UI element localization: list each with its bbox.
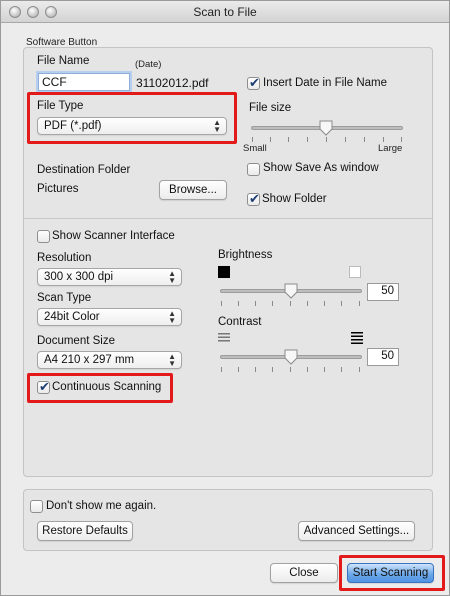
document-size-value: A4 210 x 297 mm (44, 354, 135, 366)
footer-panel (23, 489, 433, 551)
resolution-label: Resolution (37, 252, 92, 264)
insert-date-label: Insert Date in File Name (263, 77, 387, 89)
continuous-scanning-label: Continuous Scanning (52, 381, 162, 393)
scan-to-file-window: Scan to File Software Button File Name (… (0, 0, 450, 596)
contrast-slider-knob[interactable] (284, 349, 298, 365)
document-size-label: Document Size (37, 335, 115, 347)
resolution-value: 300 x 300 dpi (44, 271, 114, 283)
checkmark-icon: ✔ (249, 191, 260, 206)
popup-arrows-icon: ▲ ▼ (168, 269, 176, 285)
file-size-large-label: Large (378, 143, 403, 154)
advanced-settings-button[interactable]: Advanced Settings... (298, 521, 415, 541)
dark-square-icon (218, 266, 230, 278)
contrast-label: Contrast (218, 316, 262, 328)
low-contrast-icon (218, 333, 230, 342)
file-type-value: PDF (*.pdf) (44, 120, 102, 132)
file-type-select[interactable]: PDF (*.pdf) ▲ ▼ (37, 117, 227, 135)
destination-folder-label: Destination Folder (37, 164, 131, 176)
brightness-ticks (220, 301, 362, 307)
popup-arrows-icon: ▲ ▼ (213, 118, 221, 134)
dont-show-again-checkbox[interactable] (30, 500, 43, 513)
file-type-label: File Type (37, 100, 84, 112)
popup-arrows-icon: ▲ ▼ (168, 352, 176, 368)
continuous-scanning-checkbox[interactable]: ✔ (37, 379, 50, 394)
popup-arrows-icon: ▲ ▼ (168, 309, 176, 325)
contrast-ticks (220, 367, 362, 373)
section-divider (24, 218, 432, 219)
window-title: Scan to File (193, 5, 257, 19)
file-size-label: File size (249, 102, 292, 114)
show-scanner-interface-label: Show Scanner Interface (52, 230, 175, 242)
dont-show-again-label: Don't show me again. (46, 500, 157, 512)
show-scanner-interface-checkbox[interactable] (37, 230, 50, 243)
checkmark-icon: ✔ (249, 75, 260, 90)
high-contrast-icon (351, 332, 363, 344)
date-label: (Date) (135, 59, 162, 70)
file-size-slider-knob[interactable] (319, 120, 333, 136)
start-scanning-button[interactable]: Start Scanning (347, 563, 434, 583)
scan-type-label: Scan Type (37, 292, 92, 304)
resolution-select[interactable]: 300 x 300 dpi ▲ ▼ (37, 268, 182, 286)
show-folder-label: Show Folder (262, 193, 327, 205)
contrast-value-field[interactable]: 50 (367, 348, 399, 366)
restore-defaults-button[interactable]: Restore Defaults (37, 521, 133, 541)
show-save-as-label: Show Save As window (263, 162, 379, 174)
light-square-icon (349, 266, 361, 278)
show-folder-checkbox[interactable]: ✔ (247, 191, 260, 206)
title-bar: Scan to File (1, 1, 449, 23)
checkmark-icon: ✔ (39, 379, 50, 394)
file-name-label: File Name (37, 55, 90, 67)
document-size-select[interactable]: A4 210 x 297 mm ▲ ▼ (37, 351, 182, 369)
file-name-input[interactable]: CCF (38, 73, 130, 91)
brightness-value-field[interactable]: 50 (367, 283, 399, 301)
brightness-label: Brightness (218, 249, 273, 261)
scan-type-select[interactable]: 24bit Color ▲ ▼ (37, 308, 182, 326)
file-name-date-suffix: 31102012.pdf (136, 76, 209, 90)
close-button[interactable]: Close (270, 563, 338, 583)
browse-button[interactable]: Browse... (159, 180, 227, 200)
show-save-as-checkbox[interactable] (247, 163, 260, 176)
insert-date-checkbox[interactable]: ✔ (247, 75, 260, 90)
scan-type-value: 24bit Color (44, 311, 100, 323)
file-size-small-label: Small (243, 143, 267, 154)
brightness-slider-knob[interactable] (284, 283, 298, 299)
destination-folder-value: Pictures (37, 183, 79, 195)
